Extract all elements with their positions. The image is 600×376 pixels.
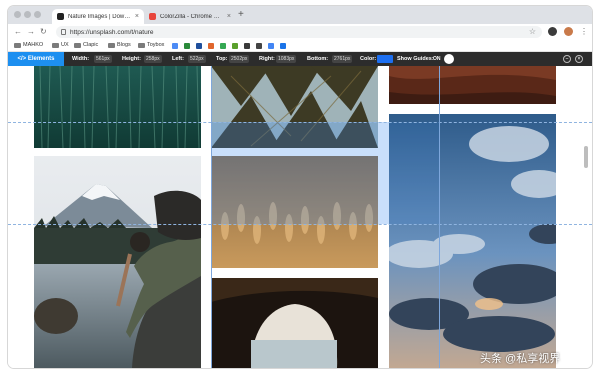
guide-line-bottom bbox=[8, 224, 592, 225]
color-swatch[interactable] bbox=[377, 55, 393, 63]
selection-overlay bbox=[211, 122, 389, 224]
tab-colorzilla[interactable]: ColorZilla - Chrome Web Store × bbox=[144, 9, 236, 24]
folder-icon bbox=[108, 42, 115, 48]
reload-icon[interactable]: ↻ bbox=[40, 27, 47, 37]
back-icon[interactable]: ← bbox=[14, 27, 22, 37]
bookmark-favicon-icon[interactable] bbox=[268, 43, 274, 49]
rock-image bbox=[389, 66, 556, 104]
menu-icon[interactable]: ⋮ bbox=[580, 27, 588, 37]
watermark: 头条 @私享视界 bbox=[480, 353, 561, 365]
elements-button[interactable]: </> Elements bbox=[8, 52, 64, 66]
close-window-icon[interactable] bbox=[14, 11, 21, 18]
mountain-lake-image bbox=[34, 156, 201, 368]
selection-overlay-col3 bbox=[389, 122, 439, 224]
bookmarks-bar: MAHKO UX Clapic Blogs Toybox bbox=[8, 40, 592, 52]
avatar[interactable] bbox=[564, 27, 573, 36]
bottom-value[interactable]: 2761px bbox=[332, 55, 353, 63]
forward-icon[interactable]: → bbox=[27, 27, 35, 37]
bookmark-mahko[interactable]: MAHKO bbox=[14, 42, 43, 48]
bookmark-favicon-icon[interactable] bbox=[184, 43, 190, 49]
bookmark-clapic[interactable]: Clapic bbox=[74, 42, 98, 48]
unsplash-favicon-icon bbox=[57, 13, 64, 20]
top-value[interactable]: 2502px bbox=[229, 55, 250, 63]
bookmark-ux[interactable]: UX bbox=[52, 42, 69, 48]
color-label: Color: bbox=[360, 56, 377, 62]
cave-image bbox=[211, 278, 378, 368]
bottom-label: Bottom: bbox=[307, 56, 329, 62]
bookmark-toybox[interactable]: Toybox bbox=[138, 42, 164, 48]
bookmark-star-icon[interactable]: ☆ bbox=[529, 27, 536, 36]
folder-icon bbox=[14, 42, 21, 48]
bookmark-favicon-icon[interactable] bbox=[220, 43, 226, 49]
guide-line-top bbox=[8, 122, 592, 123]
address-bar[interactable]: https://unsplash.com/t/nature ☆ bbox=[56, 26, 542, 38]
bookmark-label: Clapic bbox=[83, 42, 99, 48]
right-label: Right: bbox=[259, 56, 275, 62]
lock-icon bbox=[61, 29, 66, 35]
new-tab-button[interactable]: + bbox=[238, 9, 244, 21]
bookmark-label: Blogs bbox=[117, 42, 131, 48]
photo-mountain-lake[interactable] bbox=[34, 156, 201, 368]
tab-nature-images[interactable]: Nature Images | Download Fre × bbox=[52, 9, 144, 24]
close-tab-icon[interactable]: × bbox=[227, 13, 231, 20]
bookmark-favicon-icon[interactable] bbox=[208, 43, 214, 49]
page-scrollbar[interactable] bbox=[584, 146, 588, 168]
extension-icon[interactable] bbox=[548, 27, 557, 36]
guides-toggle-state[interactable]: ON bbox=[433, 56, 441, 62]
tab-label: Nature Images | Download Fre bbox=[68, 13, 131, 20]
left-label: Left: bbox=[172, 56, 184, 62]
bookmark-label: UX bbox=[61, 42, 69, 48]
grass-image bbox=[34, 66, 201, 148]
folder-icon bbox=[74, 42, 81, 48]
bookmark-favicon-icon[interactable] bbox=[196, 43, 202, 49]
photo-grass[interactable] bbox=[34, 66, 201, 148]
close-inspector-icon[interactable]: × bbox=[575, 55, 583, 63]
show-guides-label: Show Guides: bbox=[397, 56, 434, 62]
browser-toolbar: ← → ↻ https://unsplash.com/t/nature ☆ ⋮ bbox=[8, 24, 592, 40]
top-label: Top: bbox=[216, 56, 228, 62]
bookmark-favicon-icon[interactable] bbox=[244, 43, 250, 49]
photo-rock[interactable] bbox=[389, 66, 556, 104]
bookmark-favicon-icon[interactable] bbox=[232, 43, 238, 49]
bookmark-favicon-icon[interactable] bbox=[280, 43, 286, 49]
right-value[interactable]: 1083px bbox=[276, 55, 297, 63]
height-value[interactable]: 258px bbox=[144, 55, 162, 63]
bookmark-favicon-icon[interactable] bbox=[256, 43, 262, 49]
photo-cave[interactable] bbox=[211, 278, 378, 368]
minimize-window-icon[interactable] bbox=[24, 11, 31, 18]
bookmark-favicon-icon[interactable] bbox=[172, 43, 178, 49]
maximize-window-icon[interactable] bbox=[34, 11, 41, 18]
guide-line-right bbox=[439, 66, 440, 368]
left-value[interactable]: 522px bbox=[188, 55, 206, 63]
tab-label: ColorZilla - Chrome Web Store bbox=[160, 13, 223, 20]
bookmark-label: Toybox bbox=[147, 42, 165, 48]
element-inspector-bar: </> Elements Width: 561px Height: 258px … bbox=[8, 52, 592, 66]
width-label: Width: bbox=[72, 56, 90, 62]
address-url: https://unsplash.com/t/nature bbox=[70, 28, 154, 36]
chrome-store-favicon-icon bbox=[149, 13, 156, 20]
guide-line-left bbox=[211, 66, 212, 368]
browser-window: Nature Images | Download Fre × ColorZill… bbox=[8, 6, 592, 368]
tab-strip: Nature Images | Download Fre × ColorZill… bbox=[8, 6, 592, 24]
photo-grid bbox=[8, 66, 592, 368]
folder-icon bbox=[52, 42, 59, 48]
folder-icon bbox=[138, 42, 145, 48]
bookmark-blogs[interactable]: Blogs bbox=[108, 42, 131, 48]
guides-toggle-knob[interactable] bbox=[444, 54, 454, 64]
height-label: Height: bbox=[122, 56, 141, 62]
close-tab-icon[interactable]: × bbox=[135, 13, 139, 20]
bookmark-label: MAHKO bbox=[23, 42, 44, 48]
minimize-inspector-icon[interactable]: – bbox=[563, 55, 571, 63]
width-value[interactable]: 561px bbox=[94, 55, 112, 63]
